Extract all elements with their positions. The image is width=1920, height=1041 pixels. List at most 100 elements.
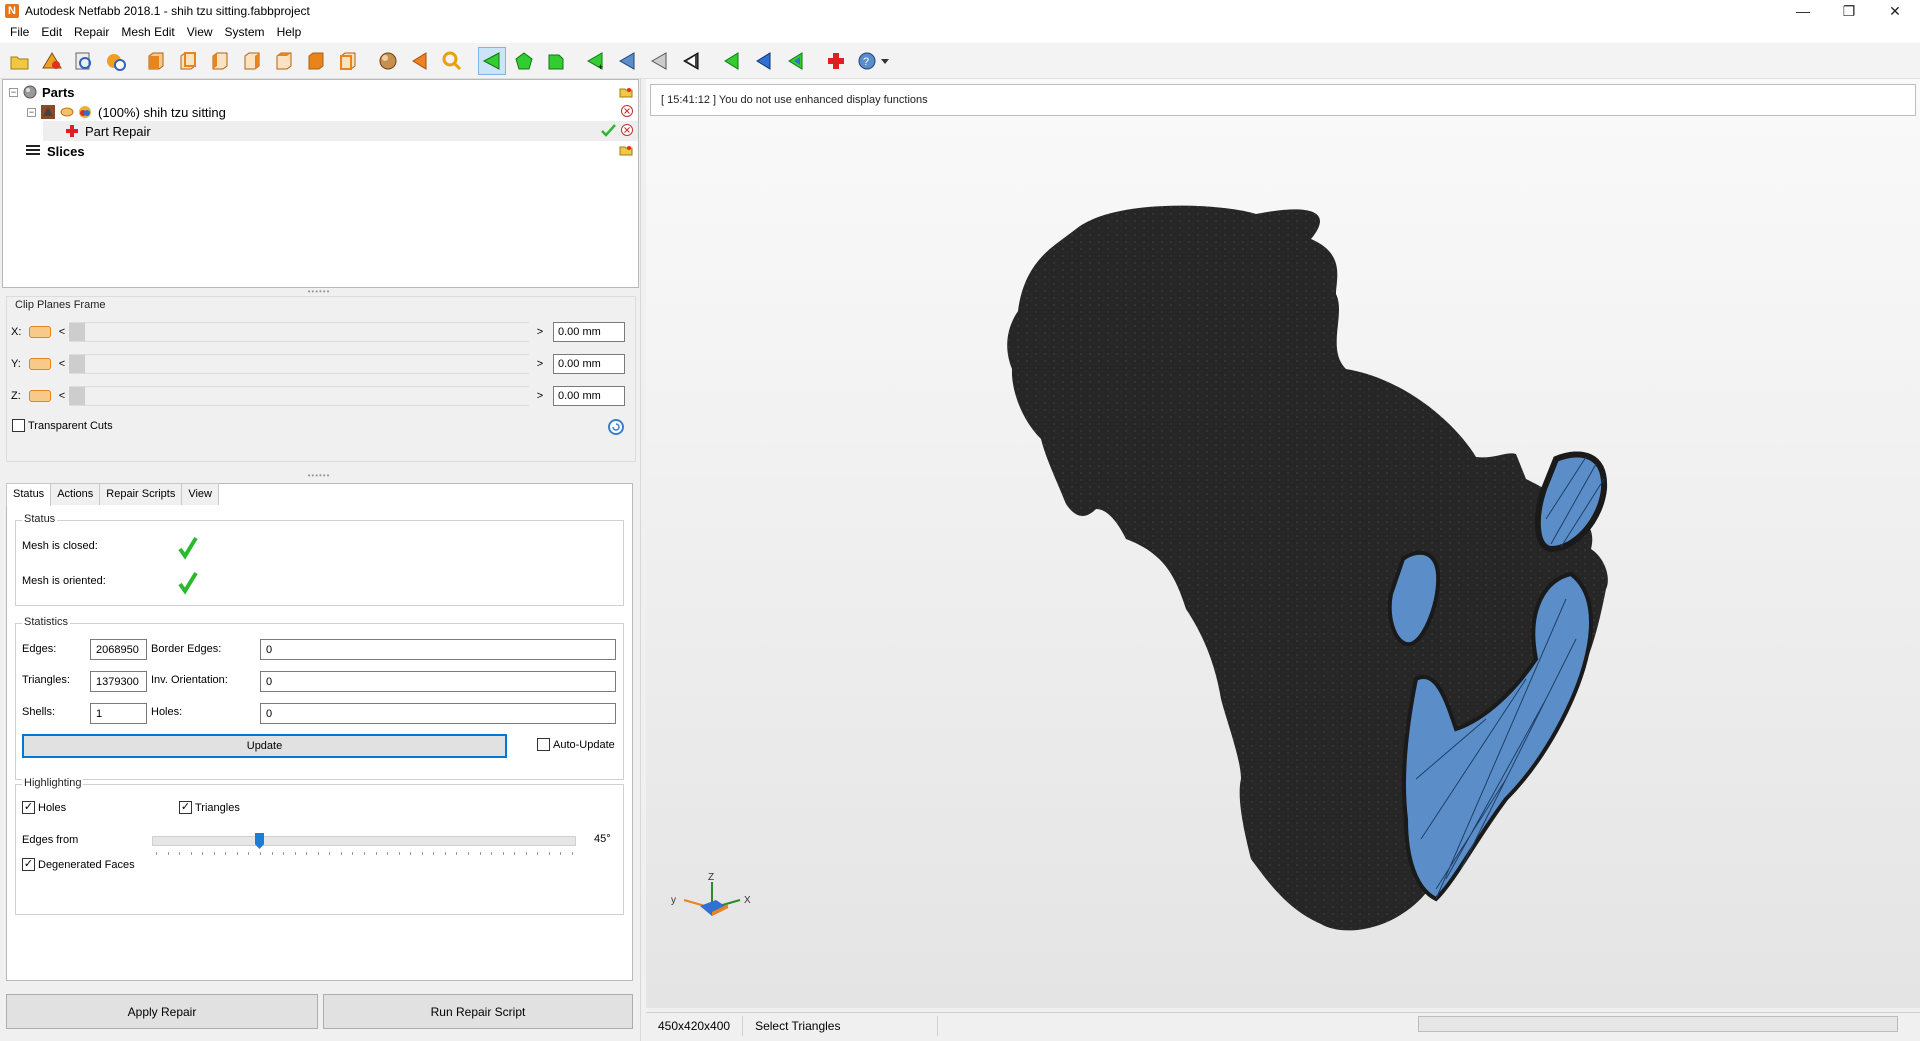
auto-update-checkbox[interactable] [537,738,550,751]
collapse-parts-icon[interactable]: − [9,87,18,97]
remove-repair-icon[interactable] [620,123,634,137]
select-all-icon[interactable] [678,47,706,75]
select-invert-icon[interactable] [646,47,674,75]
minimize-icon[interactable]: — [1780,0,1826,22]
restore-icon[interactable]: ❐ [1826,0,1872,22]
visibility-icon[interactable] [60,105,74,119]
clip-splitter[interactable]: •••••• [305,472,333,480]
menu-help[interactable]: Help [271,22,308,43]
view-bottom-icon[interactable] [302,47,330,75]
clip-x-left-arrow[interactable]: < [55,326,69,338]
tab-status[interactable]: Status [6,483,52,506]
clip-y-left-arrow[interactable]: < [55,358,69,370]
slider-tick [329,852,331,855]
clip-z-right-arrow[interactable]: > [533,390,547,402]
menu-file[interactable]: File [4,22,35,43]
view-back-icon[interactable] [174,47,202,75]
add-part-icon[interactable] [38,47,66,75]
open-project-icon[interactable] [6,47,34,75]
view-right-icon[interactable] [238,47,266,75]
apply-repair-button[interactable]: Apply Repair [6,994,318,1029]
menu-edit[interactable]: Edit [35,22,68,43]
help-dropdown-icon[interactable]: ? [854,47,894,75]
degenerated-faces-option[interactable]: ✓ Degenerated Faces [22,858,135,871]
clip-x-input[interactable] [553,322,625,342]
clip-y-toggle[interactable] [29,358,51,370]
auto-update-option[interactable]: Auto-Update [537,738,615,751]
menu-view[interactable]: View [181,22,219,43]
clip-y-right-arrow[interactable]: > [533,358,547,370]
select-surface-icon[interactable] [510,47,538,75]
tab-view[interactable]: View [181,483,219,505]
clip-y-input[interactable] [553,354,625,374]
zoom-icon[interactable] [438,47,466,75]
menu-bar: File Edit Repair Mesh Edit View System H… [0,22,1920,43]
select-plus-icon[interactable]: + [582,47,610,75]
holes-field[interactable] [260,703,616,724]
tab-repair-scripts[interactable]: Repair Scripts [99,483,183,505]
apply-check-icon[interactable] [600,123,616,137]
shaded-sphere-icon[interactable] [374,47,402,75]
transparent-cuts-option[interactable]: Transparent Cuts [12,419,113,432]
clip-z-slider[interactable] [69,386,529,406]
tree-repair-row[interactable]: Part Repair [43,121,638,141]
edges-field[interactable] [90,639,147,660]
holes-highlight-checkbox[interactable]: ✓ [22,801,35,814]
nav-left-blue-icon[interactable] [750,47,778,75]
open-slices-folder-icon[interactable] [619,144,633,156]
view-top-icon[interactable] [270,47,298,75]
view-front-icon[interactable] [142,47,170,75]
nav-left-mixed-icon[interactable] [782,47,810,75]
remove-part-icon[interactable] [620,104,634,118]
edges-from-slider[interactable] [152,833,576,849]
export-part-icon[interactable] [70,47,98,75]
tree-parts-row[interactable]: − Parts [9,82,75,102]
triangles-highlight-option[interactable]: ✓ Triangles [179,801,240,814]
clip-x-right-arrow[interactable]: > [533,326,547,338]
degenerated-faces-checkbox[interactable]: ✓ [22,858,35,871]
menu-repair[interactable]: Repair [68,22,115,43]
menu-system[interactable]: System [219,22,271,43]
clip-z-left-arrow[interactable]: < [55,390,69,402]
tab-actions[interactable]: Actions [50,483,101,505]
tree-part-row[interactable]: − (100%) shih tzu sitting [27,102,226,122]
color-icon[interactable] [78,105,92,119]
inv-orientation-field[interactable] [260,671,616,692]
clip-z-thumb[interactable] [69,387,85,405]
previous-icon[interactable] [406,47,434,75]
clip-x-slider[interactable] [69,322,529,342]
clip-z-toggle[interactable] [29,390,51,402]
add-platform-icon[interactable] [102,47,130,75]
view-left-icon[interactable] [206,47,234,75]
reset-clip-icon[interactable] [607,418,625,436]
close-window-icon[interactable]: ✕ [1872,0,1918,22]
border-edges-field[interactable] [260,639,616,660]
tree-slices-row[interactable]: Slices [25,141,85,161]
3d-viewport[interactable] [646,79,1920,1008]
update-button[interactable]: Update [22,734,507,758]
clip-x-thumb[interactable] [69,323,85,341]
slider-tick [236,852,238,855]
clip-x-toggle[interactable] [29,326,51,338]
select-minus-icon[interactable] [614,47,642,75]
nav-left-green-icon[interactable] [718,47,746,75]
shells-field[interactable] [90,703,147,724]
slider-tick [572,852,573,855]
transparent-cuts-checkbox[interactable] [12,419,25,432]
clip-z-input[interactable] [553,386,625,406]
triangles-field[interactable] [90,671,147,692]
open-folder-icon[interactable] [619,86,633,98]
select-triangles-icon[interactable] [478,46,506,75]
view-iso-icon[interactable] [334,47,362,75]
clip-y-thumb[interactable] [69,355,85,373]
select-shell-icon[interactable] [542,47,570,75]
tree-splitter[interactable]: •••••• [305,288,333,296]
repair-cross-icon[interactable] [822,47,850,75]
menu-mesh-edit[interactable]: Mesh Edit [115,22,180,43]
clip-y-slider[interactable] [69,354,529,374]
triangles-highlight-checkbox[interactable]: ✓ [179,801,192,814]
mesh-render[interactable] [646,79,1920,1008]
collapse-part-icon[interactable]: − [27,107,36,117]
holes-highlight-option[interactable]: ✓ Holes [22,801,66,814]
run-repair-script-button[interactable]: Run Repair Script [323,994,633,1029]
